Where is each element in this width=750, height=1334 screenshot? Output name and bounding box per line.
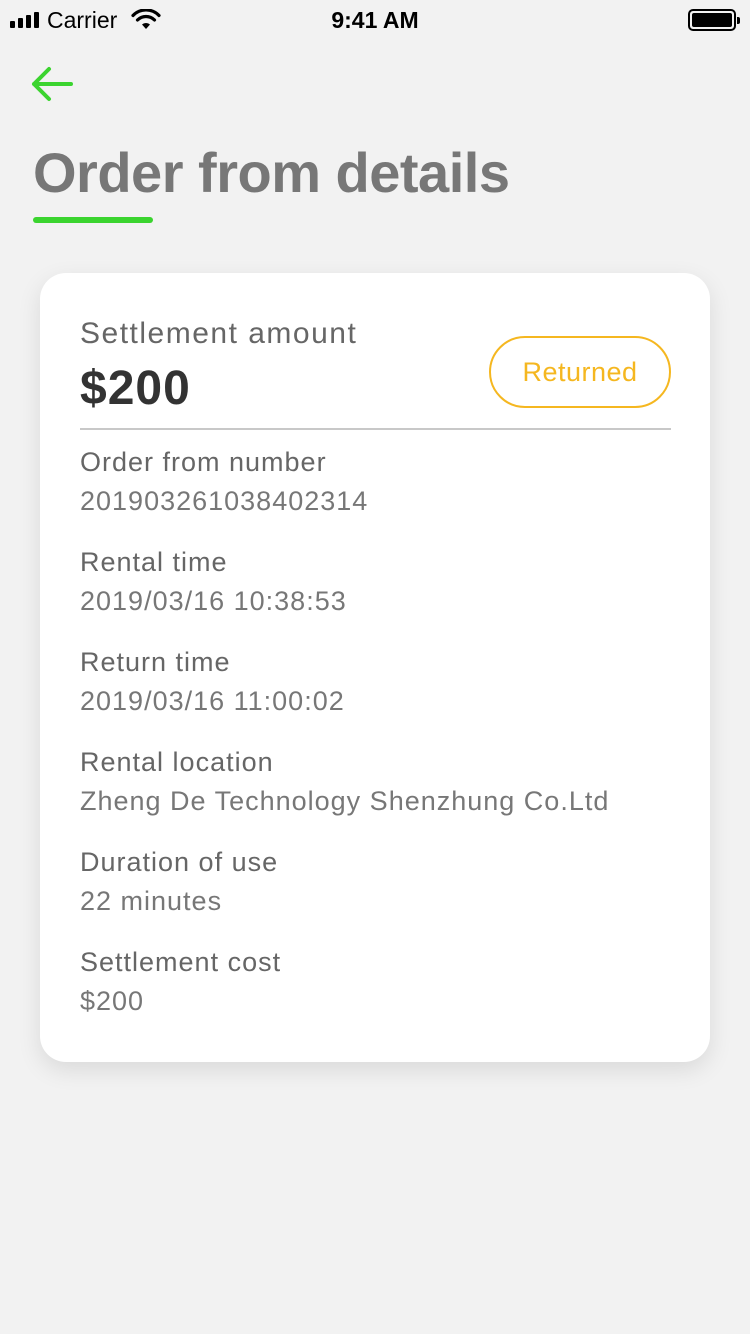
status-bar: Carrier 9:41 AM [0,0,750,40]
settlement-amount-label: Settlement amount [80,317,358,350]
settlement-amount-value: $200 [80,362,191,415]
detail-duration: Duration of use 22 minutes [80,843,680,921]
detail-settlement-cost: Settlement cost $200 [80,943,680,1021]
page-title: Order from details [33,141,510,204]
detail-list: Order from number 201903261038402314 Ren… [80,443,680,1043]
carrier-label: Carrier [47,6,118,33]
detail-label: Settlement cost [80,947,282,977]
detail-value: 201903261038402314 [80,486,369,516]
back-button[interactable] [26,62,76,106]
detail-value: 2019/03/16 11:00:02 [80,686,345,716]
detail-value: Zheng De Technology Shenzhung Co.Ltd [80,786,610,816]
detail-rental-location: Rental location Zheng De Technology Shen… [80,743,680,821]
wifi-icon [131,9,161,29]
detail-value: $200 [80,986,145,1016]
title-underline [33,217,153,223]
divider [80,428,671,430]
battery-icon [688,9,740,31]
detail-label: Order from number [80,447,327,477]
signal-icon [10,12,39,28]
detail-label: Rental time [80,547,228,577]
detail-label: Duration of use [80,847,279,877]
detail-rental-time: Rental time 2019/03/16 10:38:53 [80,543,680,621]
detail-label: Rental location [80,747,274,777]
detail-order-number: Order from number 201903261038402314 [80,443,680,521]
order-card: Settlement amount $200 Returned Order fr… [40,273,710,1062]
status-badge: Returned [489,336,671,408]
detail-value: 2019/03/16 10:38:53 [80,586,347,616]
detail-return-time: Return time 2019/03/16 11:00:02 [80,643,680,721]
status-left: Carrier [10,7,161,34]
detail-label: Return time [80,647,231,677]
detail-value: 22 minutes [80,886,223,916]
arrow-left-icon [32,67,73,101]
